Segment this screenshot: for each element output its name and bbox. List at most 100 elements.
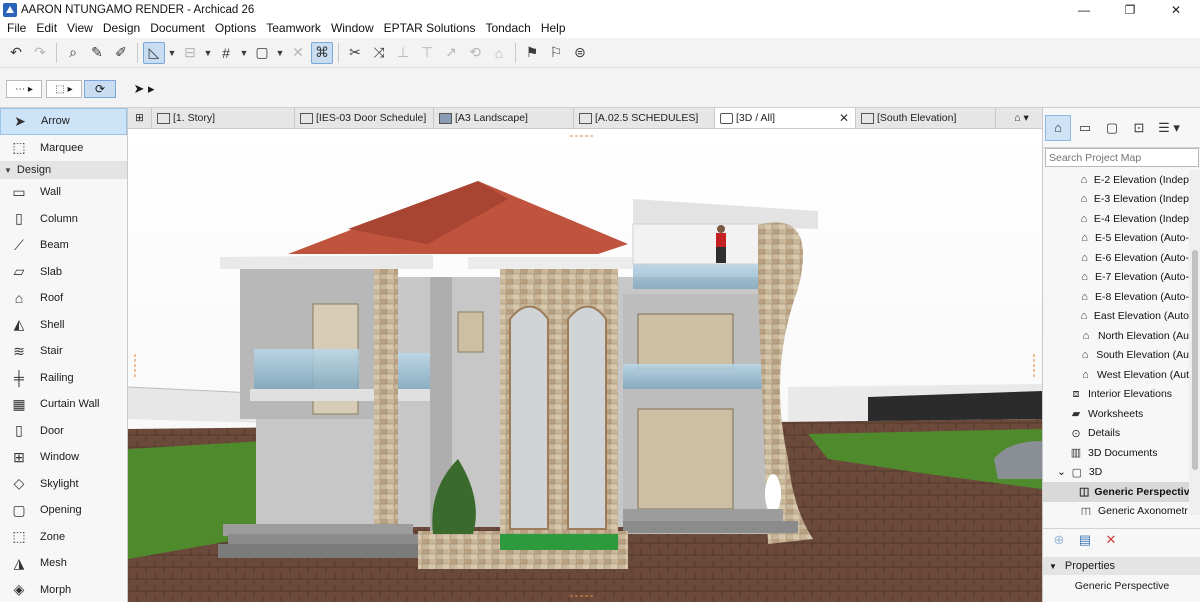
project-map-item[interactable]: ⊙ Details <box>1043 424 1189 444</box>
tab-south-elevation[interactable]: [South Elevation] <box>856 108 996 128</box>
selection-method-button[interactable]: ⋯ ▸ <box>6 80 42 98</box>
menu-design[interactable]: Design <box>98 19 145 38</box>
tool-mesh[interactable]: ◮ Mesh <box>0 550 127 577</box>
project-map-item[interactable]: ⌄ ▢ 3D <box>1043 463 1189 483</box>
tool-door[interactable]: ▯ Door <box>0 418 127 445</box>
tool-roof[interactable]: ⌂ Roof <box>0 285 127 312</box>
tool-window[interactable]: ⊞ Window <box>0 444 127 471</box>
tool-railing[interactable]: ╪ Railing <box>0 365 127 392</box>
publish-icon[interactable]: ⊜ <box>569 42 591 64</box>
tool-skylight[interactable]: ◇ Skylight <box>0 471 127 498</box>
rotate-icon[interactable]: ⟲ <box>464 42 486 64</box>
suspend-groups-icon[interactable]: ▢ <box>251 42 273 64</box>
undo-icon[interactable]: ↶ <box>5 42 27 64</box>
close-tab-icon[interactable]: ✕ <box>839 111 849 125</box>
publisher-sets-icon[interactable]: ⊡ <box>1126 115 1152 141</box>
tool-column[interactable]: ▯ Column <box>0 206 127 233</box>
find-select-icon[interactable]: ⌕ <box>62 42 84 64</box>
fillet-icon[interactable]: ↗ <box>440 42 462 64</box>
project-map-item[interactable]: ◫ Generic Perspective <box>1043 482 1189 502</box>
tool-opening[interactable]: ▢ Opening <box>0 497 127 524</box>
menu-tondach[interactable]: Tondach <box>480 19 535 38</box>
tab-story[interactable]: [1. Story] <box>152 108 295 128</box>
menu-edit[interactable]: Edit <box>31 19 62 38</box>
menu-file[interactable]: File <box>2 19 31 38</box>
project-map-scrollbar[interactable] <box>1189 170 1200 515</box>
project-map-item[interactable]: ⌂ North Elevation (Au <box>1043 326 1189 346</box>
layout-book-icon[interactable]: ▢ <box>1099 115 1125 141</box>
quick-selection-icon[interactable]: ⟳ <box>84 80 116 98</box>
menu-view[interactable]: View <box>62 19 98 38</box>
tool-slab[interactable]: ▱ Slab <box>0 259 127 286</box>
guide-lines-icon[interactable]: ◺ <box>143 41 165 64</box>
navigator-menu-icon[interactable]: ☰ ▾ <box>1153 115 1185 141</box>
guide-dropdown-icon[interactable]: ▼ <box>167 42 177 64</box>
tab-schedules[interactable]: [A.02.5 SCHEDULES] <box>574 108 715 128</box>
menu-options[interactable]: Options <box>210 19 261 38</box>
project-map-item[interactable]: ⌂ South Elevation (Au <box>1043 346 1189 366</box>
project-map-search-input[interactable] <box>1045 148 1199 167</box>
elevate-icon[interactable]: ⌂ <box>488 42 510 64</box>
split-icon[interactable]: ✂ <box>344 42 366 64</box>
tool-curtain-wall[interactable]: ▦ Curtain Wall <box>0 391 127 418</box>
arrow-cursor-icon[interactable]: ➤ ▸ <box>124 78 164 100</box>
tool-beam[interactable]: ⟋ Beam <box>0 232 127 259</box>
tool-stair[interactable]: ≋ Stair <box>0 338 127 365</box>
tool-morph[interactable]: ◈ Morph <box>0 577 127 602</box>
view-settings-icon[interactable]: ▤ <box>1075 531 1095 549</box>
snap-guides-icon[interactable]: ⊟ <box>179 42 201 64</box>
design-section-header[interactable]: ▼ Design <box>0 161 127 179</box>
project-map-item[interactable]: ⌂ E-5 Elevation (Auto- <box>1043 229 1189 249</box>
redo-icon[interactable]: ↷ <box>29 42 51 64</box>
project-map-item[interactable]: ⌂ E-4 Elevation (Indep <box>1043 209 1189 229</box>
tab-3d-all[interactable]: [3D / All] ✕ <box>715 108 856 128</box>
tool-arrow[interactable]: ➤ Arrow <box>0 108 127 135</box>
project-map-item[interactable]: ⧈ Interior Elevations <box>1043 385 1189 405</box>
close-button[interactable]: ✕ <box>1153 0 1199 19</box>
menu-teamwork[interactable]: Teamwork <box>261 19 326 38</box>
menu-document[interactable]: Document <box>145 19 210 38</box>
tab-overview-icon[interactable]: ⊞ <box>128 108 152 128</box>
tool-marquee[interactable]: ⬚ Marquee <box>0 135 127 162</box>
project-map-item[interactable]: ⌂ E-2 Elevation (Indep <box>1043 170 1189 190</box>
project-map-item[interactable]: ⌂ E-8 Elevation (Auto- <box>1043 287 1189 307</box>
dropdown-icon[interactable]: ▼ <box>203 42 213 64</box>
tab-door-schedule[interactable]: [IES-03 Door Schedule] <box>295 108 434 128</box>
intersect-icon[interactable]: ⊥ <box>392 42 414 64</box>
menu-window[interactable]: Window <box>326 19 379 38</box>
grid-dropdown-icon[interactable]: ▼ <box>239 42 249 64</box>
tool-shell[interactable]: ◭ Shell <box>0 312 127 339</box>
project-map-item[interactable]: ⌂ E-7 Elevation (Auto- <box>1043 268 1189 288</box>
magic-wand-icon[interactable]: ⌘ <box>311 41 333 64</box>
menu-eptar-solutions[interactable]: EPTAR Solutions <box>379 19 481 38</box>
tab-a3-landscape[interactable]: [A3 Landscape] <box>434 108 574 128</box>
pick-up-parameters-icon[interactable]: ✎ <box>86 42 108 64</box>
new-view-icon[interactable]: ⊕ <box>1049 531 1069 549</box>
tool-wall[interactable]: ▭ Wall <box>0 179 127 206</box>
menu-help[interactable]: Help <box>536 19 571 38</box>
project-map-icon[interactable]: ⌂ <box>1045 114 1071 141</box>
adjust-icon[interactable]: ⤨ <box>368 42 390 64</box>
3d-viewport[interactable] <box>128 129 1042 602</box>
project-map-item[interactable]: ◫ Generic Axonometr <box>1043 502 1189 515</box>
tab-list-dropdown[interactable]: ⌂ ▾ <box>996 108 1042 128</box>
delete-icon[interactable]: ✕ <box>1101 531 1121 549</box>
project-map-item[interactable]: ⌂ West Elevation (Aut <box>1043 365 1189 385</box>
inject-parameters-icon[interactable]: ✐ <box>110 42 132 64</box>
tool-zone[interactable]: ⬚ Zone <box>0 524 127 551</box>
project-map-item[interactable]: ⌂ E-6 Elevation (Auto- <box>1043 248 1189 268</box>
project-map-item[interactable]: ⌂ East Elevation (Auto <box>1043 307 1189 327</box>
group-dropdown-icon[interactable]: ▼ <box>275 42 285 64</box>
project-map-item[interactable]: ▰ Worksheets <box>1043 404 1189 424</box>
scrollbar-thumb[interactable] <box>1192 250 1198 470</box>
minimize-button[interactable]: — <box>1061 0 1107 19</box>
restore-button[interactable]: ❐ <box>1107 0 1153 19</box>
properties-header[interactable]: ▼ Properties <box>1043 557 1200 575</box>
layout-flag-icon[interactable]: ⚐ <box>545 42 567 64</box>
offset-icon[interactable]: ⊤ <box>416 42 438 64</box>
project-map-item[interactable]: ⌂ E-3 Elevation (Indep <box>1043 190 1189 210</box>
grid-snap-icon[interactable]: # <box>215 42 237 64</box>
view-map-icon[interactable]: ▭ <box>1072 115 1098 141</box>
marquee-method-button[interactable]: ⬚ ▸ <box>46 80 82 98</box>
flag-icon[interactable]: ⚑ <box>521 42 543 64</box>
